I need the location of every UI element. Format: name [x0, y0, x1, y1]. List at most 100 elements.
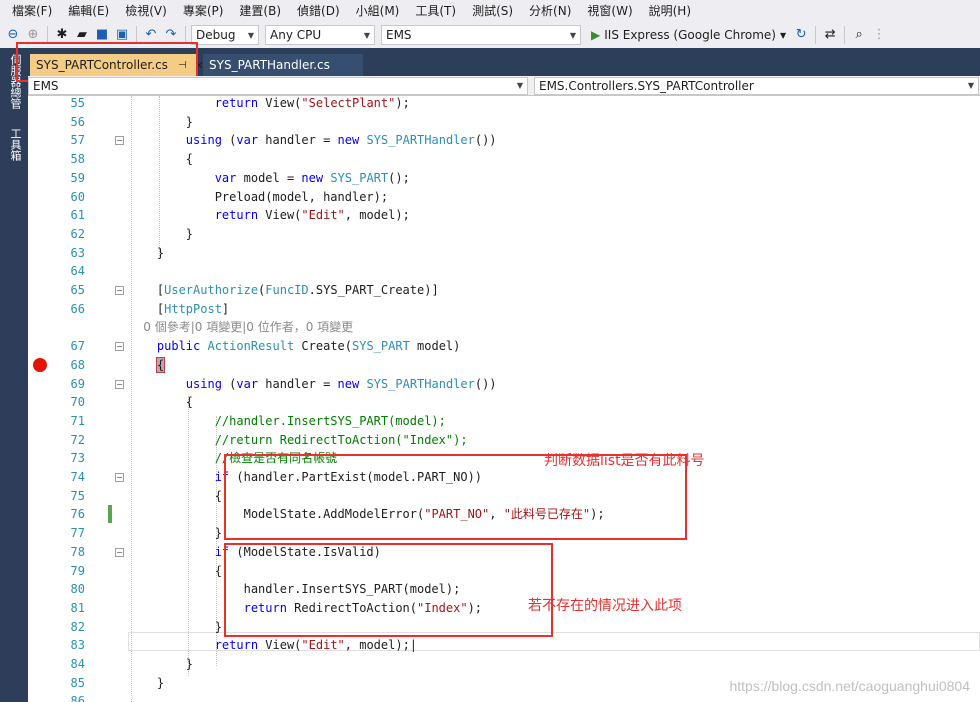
change-marker — [108, 505, 112, 524]
collapse-icon[interactable]: − — [115, 547, 124, 557]
line-number: 78 — [70, 544, 85, 559]
code-line: 59 var model = new SYS_PART(); — [28, 169, 980, 188]
line-number: 77 — [70, 526, 85, 541]
code-text: [HttpPost] — [128, 301, 230, 316]
chevron-down-icon: ▼ — [363, 30, 370, 40]
code-comment: //return RedirectToAction("Index"); — [128, 432, 468, 447]
line-number: 76 — [70, 507, 85, 522]
line-number: 86 — [70, 694, 85, 702]
code-text: { — [155, 356, 166, 373]
menu-test[interactable]: 測試(S) — [464, 0, 521, 22]
code-text: } — [128, 526, 222, 541]
code-text: { — [128, 563, 222, 578]
code-text: } — [128, 675, 165, 690]
find-icon[interactable]: ⌕ — [850, 26, 868, 44]
menu-project[interactable]: 專案(P) — [175, 0, 232, 22]
platform-select[interactable]: Any CPU ▼ — [265, 25, 375, 45]
line-number: 74 — [70, 470, 85, 484]
chevron-down-icon: ▼ — [516, 81, 523, 90]
project-nav-select[interactable]: EMS ▼ — [28, 76, 528, 95]
line-number: 68 — [70, 357, 85, 372]
code-line: 67 − public ActionResult Create(SYS_PART … — [28, 337, 980, 356]
line-number: 58 — [70, 152, 85, 167]
code-line: 63 } — [28, 244, 980, 263]
code-text: } — [128, 226, 194, 241]
line-number: 72 — [70, 432, 85, 447]
solution-config-select[interactable]: Debug ▼ — [191, 25, 259, 45]
code-line: 84 } — [28, 655, 980, 674]
menu-team[interactable]: 小組(M) — [348, 0, 408, 22]
run-button[interactable]: ▶ IIS Express (Google Chrome) ▼ — [587, 25, 790, 45]
line-number: 59 — [70, 170, 85, 185]
collapse-icon[interactable]: − — [115, 136, 124, 146]
navigation-bar: EMS ▼ EMS.Controllers.SYS_PARTController… — [28, 76, 980, 96]
startup-project-select[interactable]: EMS ▼ — [381, 25, 581, 45]
refresh-icon[interactable]: ↻ — [792, 26, 810, 44]
code-text: { — [128, 488, 222, 503]
chevron-down-icon: ▼ — [569, 30, 576, 40]
play-icon: ▶ — [591, 28, 601, 42]
left-tool-strip: 伺服器總管 工具箱 — [0, 48, 28, 702]
code-comment: //handler.InsertSYS_PART(model); — [128, 413, 446, 428]
menu-view[interactable]: 檢視(V) — [117, 0, 175, 22]
platform-value: Any CPU — [270, 28, 322, 42]
annotation-label-insert: 若不存在的情况进入此项 — [528, 598, 682, 614]
code-text: { — [128, 395, 194, 410]
code-line: 62 } — [28, 225, 980, 244]
menu-window[interactable]: 視窗(W) — [579, 0, 640, 22]
line-number: 69 — [70, 376, 85, 391]
menu-help[interactable]: 說明(H) — [641, 0, 699, 22]
collapse-icon[interactable]: − — [115, 473, 124, 482]
chevron-down-icon: ▼ — [967, 81, 974, 90]
code-line: 60 Preload(model, handler); — [28, 188, 980, 207]
browser-link-icon[interactable]: ⇄ — [821, 26, 839, 44]
chevron-down-icon: ▼ — [247, 30, 254, 40]
menu-edit[interactable]: 編輯(E) — [60, 0, 117, 22]
line-number: 60 — [70, 189, 85, 204]
type-nav-select[interactable]: EMS.Controllers.SYS_PARTController ▼ — [534, 76, 979, 95]
collapse-icon[interactable]: − — [115, 379, 124, 389]
code-text: var model = new SYS_PART(); — [214, 170, 410, 185]
code-line: 68 { — [28, 356, 980, 375]
collapse-icon[interactable]: − — [115, 286, 124, 295]
line-number: 64 — [70, 264, 85, 279]
code-line: 58 { — [28, 150, 980, 169]
line-number: 70 — [70, 395, 85, 410]
codelens-references[interactable]: 0 個參考|0 項變更|0 位作者，0 項變更 — [128, 318, 353, 337]
toolbar-separator — [844, 26, 846, 44]
menu-build[interactable]: 建置(B) — [231, 0, 289, 22]
solution-config-value: Debug — [196, 28, 236, 42]
code-text: } — [128, 245, 165, 260]
line-number: 79 — [70, 563, 85, 578]
code-line: 55 return View("SelectPlant"); — [28, 96, 980, 113]
code-line: 70 { — [28, 393, 980, 412]
menu-bar: 檔案(F) 編輯(E) 檢視(V) 專案(P) 建置(B) 偵錯(D) 小組(M… — [0, 0, 980, 22]
menu-analyze[interactable]: 分析(N) — [521, 0, 579, 22]
toolbox-tab[interactable]: 工具箱 — [7, 128, 22, 161]
line-number: 82 — [70, 619, 85, 634]
code-line: 71 //handler.InsertSYS_PART(model); — [28, 412, 980, 431]
code-line: 64 — [28, 262, 980, 281]
project-nav-value: EMS — [33, 78, 59, 93]
run-button-label: IIS Express (Google Chrome) — [604, 28, 776, 42]
menu-file[interactable]: 檔案(F) — [4, 0, 60, 22]
code-text: { — [128, 152, 194, 167]
line-number: 67 — [70, 339, 85, 354]
line-number: 73 — [70, 451, 85, 466]
line-number: 62 — [70, 226, 85, 241]
toolbar-separator — [815, 26, 817, 44]
tab-label: SYS_PARTHandler.cs — [209, 58, 330, 72]
line-number: 80 — [70, 582, 85, 597]
line-number: 75 — [70, 488, 85, 503]
code-text: using (var handler = new SYS_PARTHandler… — [185, 376, 497, 391]
tab-sys-part-handler[interactable]: SYS_PARTHandler.cs — [203, 54, 363, 76]
code-line: 56 } — [28, 113, 980, 132]
menu-debug[interactable]: 偵錯(D) — [289, 0, 348, 22]
code-text: } — [128, 657, 194, 671]
startup-project-value: EMS — [386, 28, 412, 42]
code-line: 83 return View("Edit", model);| — [28, 636, 980, 655]
toolbar-overflow-icon[interactable]: ⋮ — [870, 26, 888, 44]
menu-tools[interactable]: 工具(T) — [407, 0, 464, 22]
collapse-icon[interactable]: − — [115, 342, 124, 352]
code-line: 65 − [UserAuthorize(FuncID.SYS_PART_Creat… — [28, 281, 980, 300]
